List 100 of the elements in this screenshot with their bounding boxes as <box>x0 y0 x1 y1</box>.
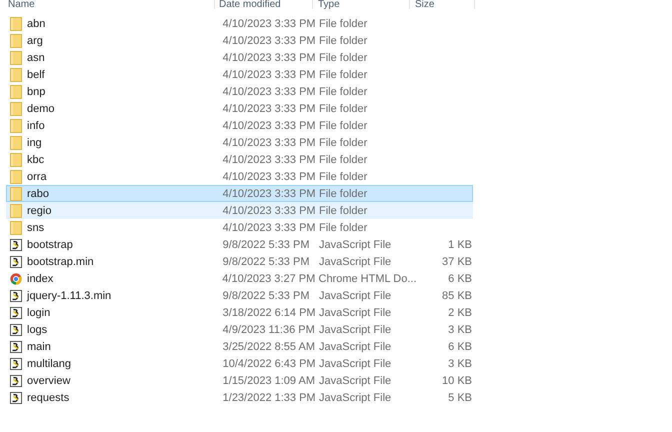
file-row[interactable]: abn 4/10/2023 3:33 PM File folder <box>6 15 473 32</box>
date-modified: 10/4/2022 6:43 PM <box>222 358 317 370</box>
file-type: JavaScript File <box>319 306 392 318</box>
folder-icon <box>10 186 22 200</box>
file-row[interactable]: rabo 4/10/2023 3:33 PM File folder <box>6 185 473 202</box>
column-header[interactable]: Name <box>0 0 215 9</box>
date-modified: 4/10/2023 3:33 PM <box>222 204 317 216</box>
file-size: 37 KB <box>441 256 472 268</box>
file-name: info <box>27 120 45 132</box>
script-file-icon <box>10 322 22 336</box>
script-file-icon <box>10 356 22 370</box>
file-name: rabo <box>27 188 50 200</box>
date-modified: 9/8/2022 5:33 PM <box>222 238 310 250</box>
file-row[interactable]: jquery-1.11.3.min 9/8/2022 5:33 PM JavaScript File 85 KB <box>6 287 473 304</box>
date-modified: 3/25/2022 8:55 AM <box>222 340 316 352</box>
folder-icon <box>10 68 22 82</box>
file-name: ing <box>27 136 42 148</box>
file-type: File folder <box>319 68 368 80</box>
file-name: logs <box>27 324 48 336</box>
file-type: JavaScript File <box>319 340 392 352</box>
file-row[interactable]: ing 4/10/2023 3:33 PM File folder <box>6 134 473 151</box>
date-modified: 4/10/2023 3:33 PM <box>222 102 317 114</box>
script-file-icon <box>10 254 22 268</box>
date-modified: 4/10/2023 3:33 PM <box>222 68 317 80</box>
column-header[interactable]: Date modified <box>215 0 313 9</box>
folder-icon <box>10 84 22 98</box>
file-type: File folder <box>319 120 368 132</box>
file-type: File folder <box>319 52 368 64</box>
file-type: JavaScript File <box>319 374 392 386</box>
folder-icon <box>10 16 22 30</box>
column-header[interactable]: Size <box>410 0 475 9</box>
file-row[interactable]: sns 4/10/2023 3:33 PM File folder <box>6 219 473 236</box>
file-row[interactable]: logs 4/9/2023 11:36 PM JavaScript File 3 KB <box>6 321 473 338</box>
file-type: File folder <box>319 154 368 166</box>
column-header[interactable]: Type <box>313 0 410 9</box>
folder-icon <box>10 102 22 116</box>
file-name: bootstrap <box>27 238 73 250</box>
file-row[interactable]: arg 4/10/2023 3:33 PM File folder <box>6 32 473 49</box>
file-row[interactable]: belf 4/10/2023 3:33 PM File folder <box>6 66 473 83</box>
file-row[interactable]: regio 4/10/2023 3:33 PM File folder <box>6 202 473 219</box>
folder-icon <box>10 170 22 184</box>
file-type: File folder <box>319 18 368 30</box>
file-size: 85 KB <box>441 290 472 302</box>
file-row[interactable]: demo 4/10/2023 3:33 PM File folder <box>6 100 473 117</box>
file-type: File folder <box>319 188 368 200</box>
file-type: File folder <box>319 204 368 216</box>
file-row[interactable]: bootstrap.min 9/8/2022 5:33 PM JavaScript File 37 KB <box>6 253 473 270</box>
file-type: File folder <box>319 86 368 98</box>
date-modified: 4/10/2023 3:33 PM <box>222 136 317 148</box>
file-name: bnp <box>27 86 46 98</box>
date-modified: 4/10/2023 3:33 PM <box>222 34 317 46</box>
file-name: multilang <box>27 358 72 370</box>
file-type: JavaScript File <box>319 324 392 336</box>
file-name: bootstrap.min <box>27 256 94 268</box>
file-size: 3 KB <box>447 324 472 336</box>
file-name: abn <box>27 18 46 30</box>
file-size: 10 KB <box>441 374 472 386</box>
date-modified: 1/15/2023 1:09 AM <box>222 374 316 386</box>
file-row[interactable]: main 3/25/2022 8:55 AM JavaScript File 6 KB <box>6 338 473 355</box>
file-size: 5 KB <box>447 392 472 404</box>
folder-icon <box>10 50 22 64</box>
file-type: File folder <box>319 136 368 148</box>
file-row[interactable]: kbc 4/10/2023 3:33 PM File folder <box>6 151 473 168</box>
file-name: login <box>27 306 50 318</box>
folder-icon <box>10 136 22 150</box>
file-row[interactable]: requests 1/23/2022 1:33 PM JavaScript File 5 KB <box>6 389 473 406</box>
file-row[interactable]: index 4/10/2023 3:27 PM Chrome HTML Do... 6 KB <box>6 270 473 287</box>
file-row[interactable]: multilang 10/4/2022 6:43 PM JavaScript File 3 KB <box>6 355 473 372</box>
file-type: JavaScript File <box>319 238 392 250</box>
file-row[interactable]: login 3/18/2022 6:14 PM JavaScript File 2 KB <box>6 304 473 321</box>
file-name: demo <box>27 102 55 114</box>
folder-icon <box>10 34 22 48</box>
file-type: File folder <box>319 34 368 46</box>
script-file-icon <box>10 374 22 388</box>
date-modified: 4/10/2023 3:33 PM <box>222 86 317 98</box>
date-modified: 4/9/2023 11:36 PM <box>222 324 316 336</box>
file-row[interactable]: bnp 4/10/2023 3:33 PM File folder <box>6 83 473 100</box>
file-type: File folder <box>319 170 368 182</box>
file-size: 1 KB <box>447 238 472 250</box>
file-name: arg <box>27 34 43 46</box>
file-name: jquery-1.11.3.min <box>27 290 112 302</box>
file-row[interactable]: bootstrap 9/8/2022 5:33 PM JavaScript File 1 KB <box>6 236 473 253</box>
date-modified: 4/10/2023 3:33 PM <box>222 154 317 166</box>
date-modified: 3/18/2022 6:14 PM <box>222 306 317 318</box>
file-row[interactable]: info 4/10/2023 3:33 PM File folder <box>6 117 473 134</box>
file-name: sns <box>27 222 44 234</box>
date-modified: 4/10/2023 3:27 PM <box>221 272 316 284</box>
file-name: overview <box>27 374 70 386</box>
script-file-icon <box>10 306 22 320</box>
file-row[interactable]: orra 4/10/2023 3:33 PM File folder <box>6 168 473 185</box>
file-name: belf <box>27 68 45 80</box>
folder-icon <box>10 152 22 166</box>
folder-icon <box>10 204 22 218</box>
file-row[interactable]: asn 4/10/2023 3:33 PM File folder <box>6 49 473 66</box>
file-row[interactable]: overview 1/15/2023 1:09 AM JavaScript File 10 KB <box>6 372 473 389</box>
date-modified: 9/8/2022 5:33 PM <box>222 256 310 268</box>
date-modified: 9/8/2022 5:33 PM <box>222 290 310 302</box>
script-file-icon <box>10 238 22 252</box>
folder-icon <box>10 220 22 234</box>
date-modified: 4/10/2023 3:33 PM <box>222 188 317 200</box>
